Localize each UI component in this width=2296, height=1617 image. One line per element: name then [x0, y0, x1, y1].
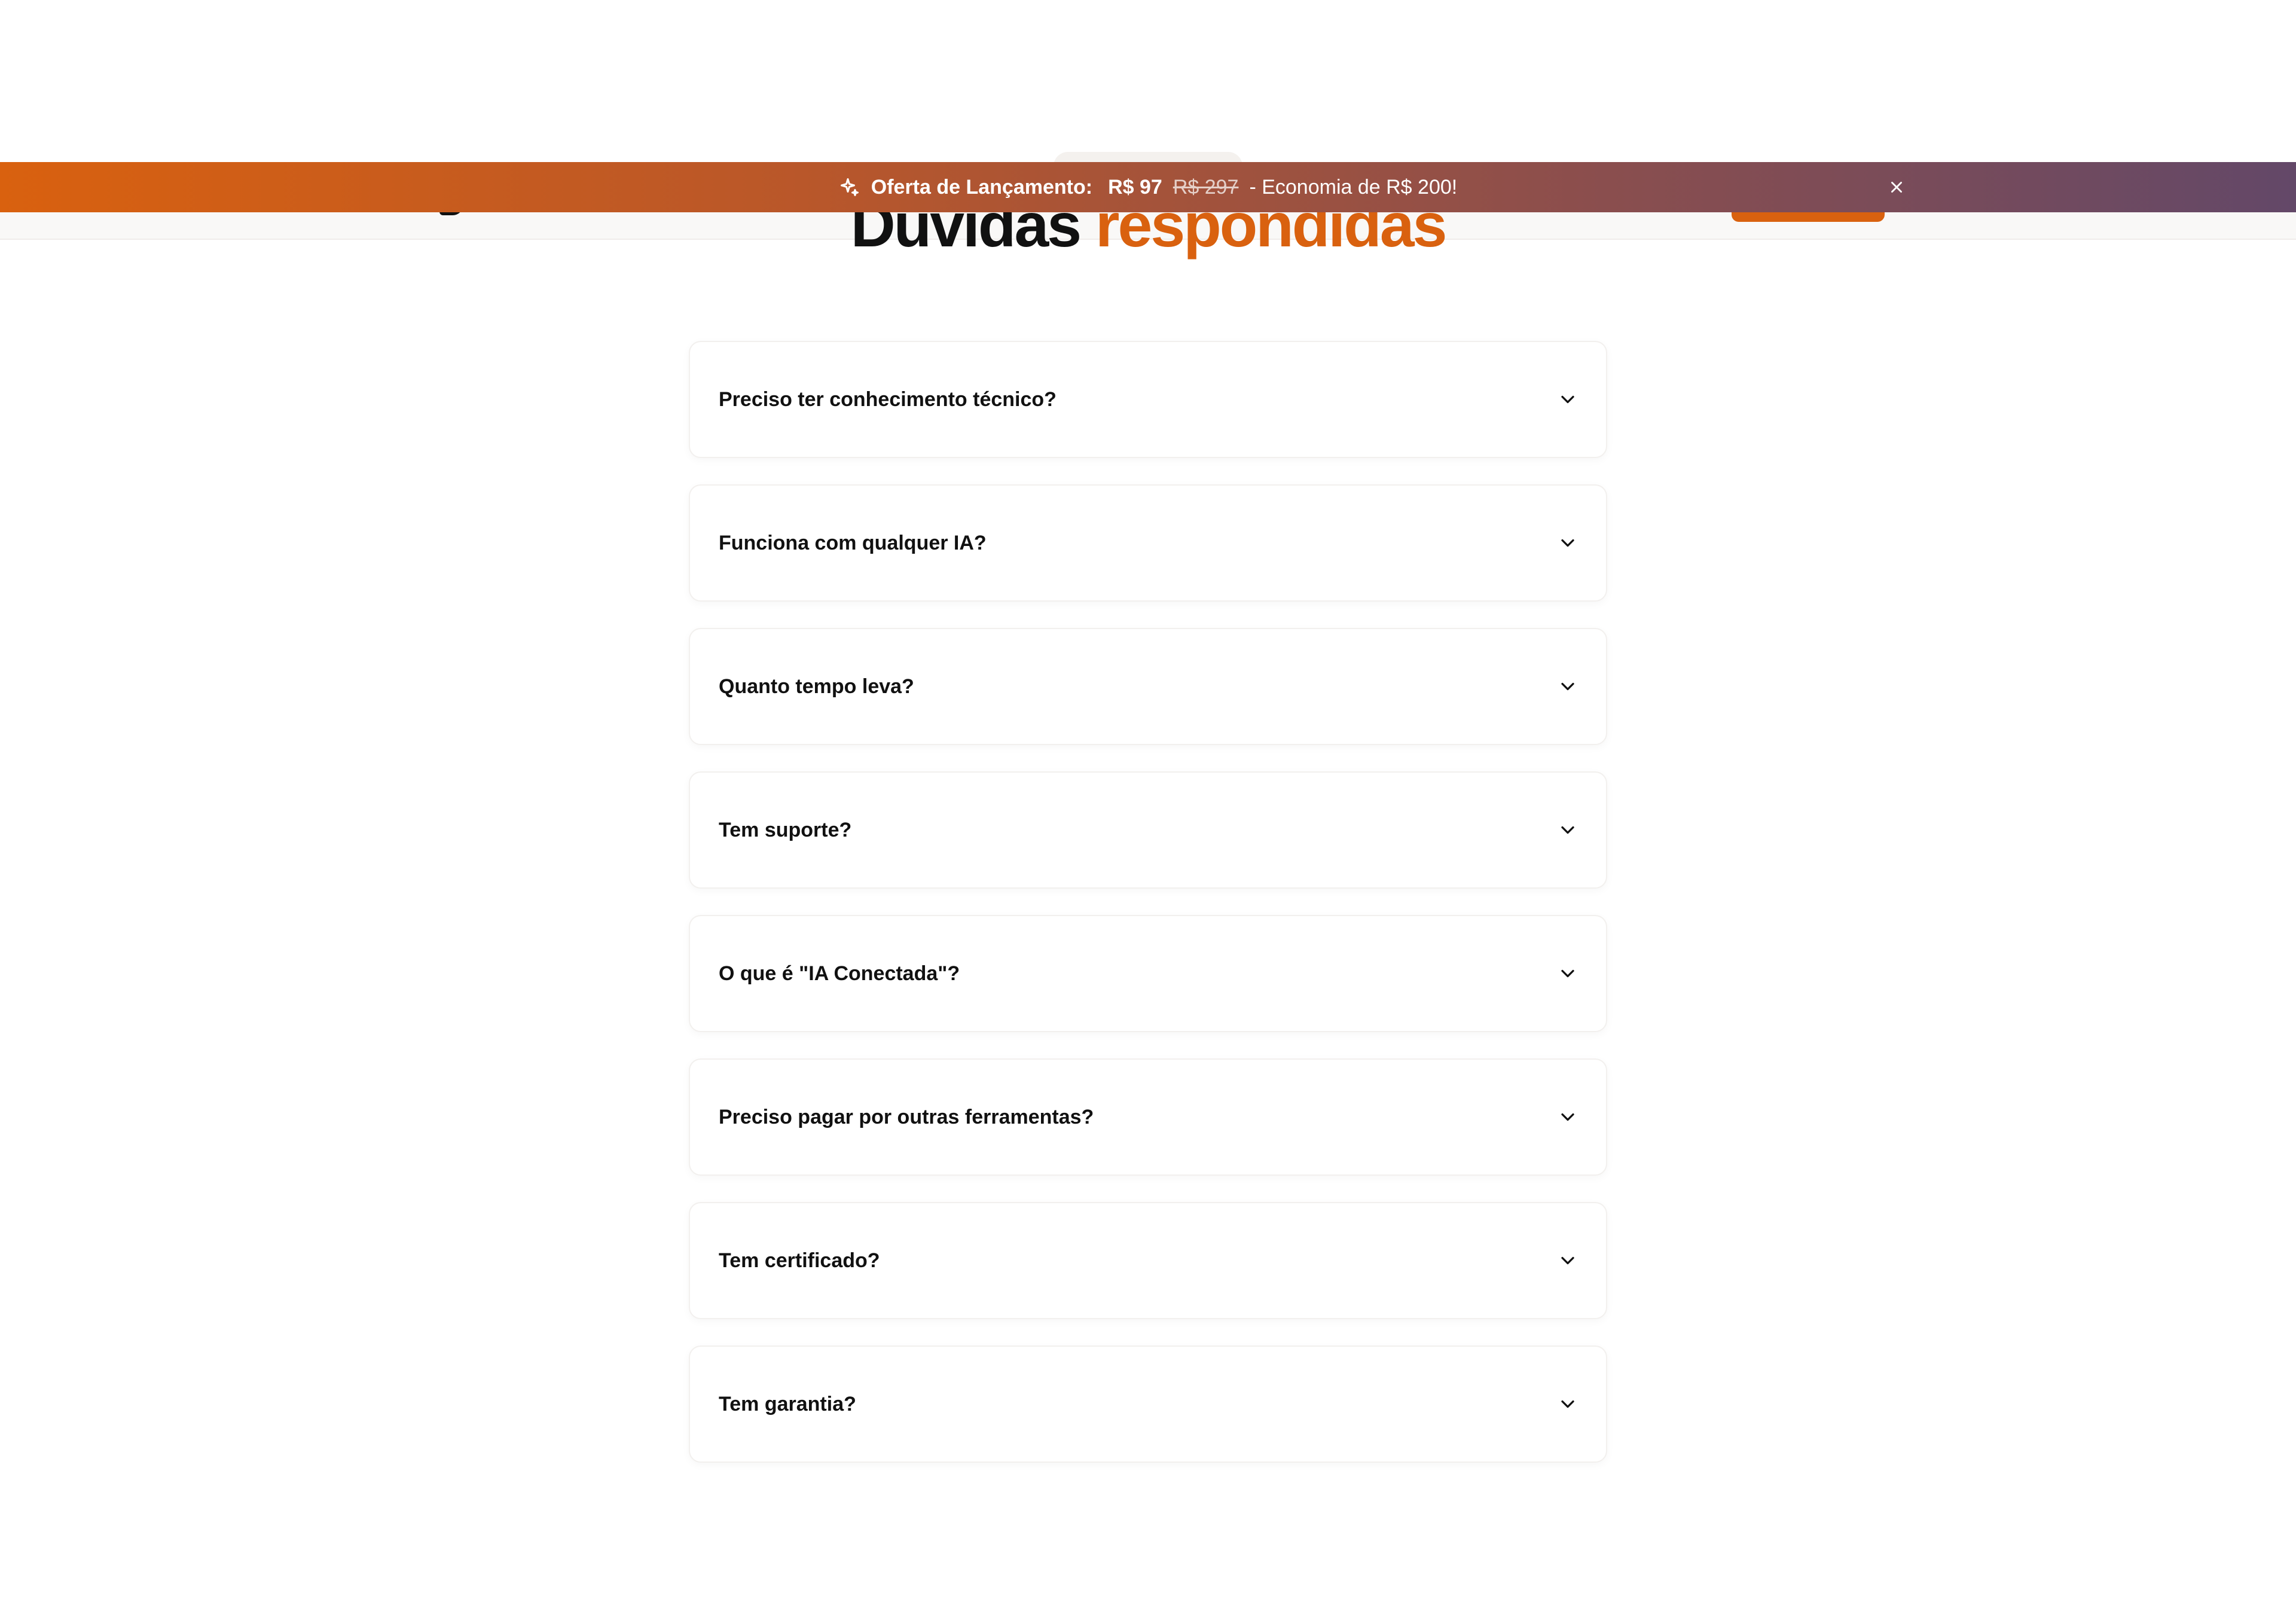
- faq-item[interactable]: Quanto tempo leva?: [689, 628, 1607, 745]
- faq-question[interactable]: Preciso ter conhecimento técnico?: [719, 342, 1057, 457]
- faq-question[interactable]: Tem suporte?: [719, 773, 851, 887]
- promo-offer-label: Oferta de Lançamento:: [871, 175, 1093, 199]
- faq-question[interactable]: O que é "IA Conectada"?: [719, 916, 960, 1031]
- chevron-down-icon[interactable]: [1557, 676, 1578, 697]
- promo-new-price: R$ 97: [1108, 175, 1162, 199]
- chevron-down-icon[interactable]: [1557, 389, 1578, 410]
- chevron-down-icon[interactable]: [1557, 1106, 1578, 1128]
- faq-question[interactable]: Preciso pagar por outras ferramentas?: [719, 1060, 1094, 1174]
- faq-item[interactable]: O que é "IA Conectada"?: [689, 915, 1607, 1032]
- close-banner-button[interactable]: [1883, 174, 1910, 200]
- faq-question[interactable]: Tem garantia?: [719, 1347, 856, 1462]
- promo-old-price: R$ 297: [1173, 175, 1239, 199]
- chevron-down-icon[interactable]: [1557, 1250, 1578, 1271]
- promo-banner: Oferta de Lançamento: R$ 97 R$ 297 - Eco…: [0, 162, 2296, 212]
- faq-item[interactable]: Tem certificado?: [689, 1202, 1607, 1319]
- chevron-down-icon[interactable]: [1557, 532, 1578, 554]
- faq-item[interactable]: Tem suporte?: [689, 771, 1607, 889]
- sparkle-icon: [840, 178, 859, 196]
- faq-question[interactable]: Quanto tempo leva?: [719, 629, 914, 744]
- faq-item[interactable]: Funciona com qualquer IA?: [689, 484, 1607, 602]
- faq-item[interactable]: Tem garantia?: [689, 1346, 1607, 1463]
- faq-question[interactable]: Funciona com qualquer IA?: [719, 486, 987, 600]
- close-icon: [1891, 182, 1902, 193]
- chevron-down-icon[interactable]: [1557, 1393, 1578, 1415]
- chevron-down-icon[interactable]: [1557, 963, 1578, 984]
- faq-item[interactable]: Preciso ter conhecimento técnico?: [689, 341, 1607, 458]
- chevron-down-icon[interactable]: [1557, 819, 1578, 841]
- promo-savings: - Economia de R$ 200!: [1249, 175, 1458, 199]
- faq-item[interactable]: Preciso pagar por outras ferramentas?: [689, 1058, 1607, 1176]
- faq-question[interactable]: Tem certificado?: [719, 1203, 880, 1318]
- faq-list: Preciso ter conhecimento técnico? Funcio…: [689, 341, 1607, 1489]
